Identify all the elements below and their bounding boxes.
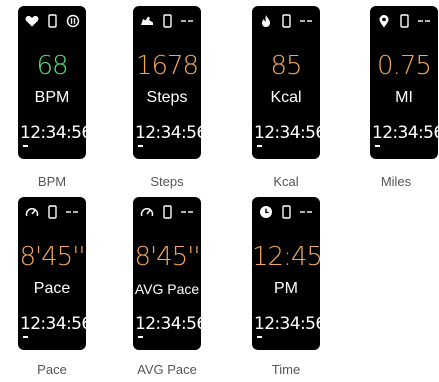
status-bar [252,205,320,219]
metric-value: 68 [36,51,68,81]
metric-value: 1678 [135,51,199,81]
metric-value: 8'45'' [134,242,200,272]
pause-icon [66,14,80,28]
phone-icon [163,14,172,28]
watch-screen-avg-pace[interactable]: 8'45'' AVG Pace 12:34:56 [133,197,201,350]
clock-indicator [23,336,28,338]
dashes-icon [181,14,193,28]
screen-caption: Time [271,362,301,377]
status-bar [18,14,86,28]
status-bar [252,14,320,28]
metric-unit: Pace [33,280,71,297]
metric-value: 85 [270,51,302,81]
metric-unit: PM [274,280,298,297]
watch-screen-bpm[interactable]: 68 BPM 12:34:56 [18,6,86,159]
clock-icon [259,205,273,219]
clock-indicator [138,145,143,147]
clock-readout: 12:34:56 [20,123,86,143]
phone-icon [48,14,57,28]
location-pin-icon [377,14,391,28]
metric-unit: Steps [146,89,188,106]
status-bar [370,14,438,28]
screen-caption: Miles [380,174,412,189]
phone-icon [48,205,57,219]
dashes-icon [181,205,193,219]
screen-caption: BPM [37,174,67,189]
status-bar [133,14,201,28]
phone-icon [163,205,172,219]
metric-unit: BPM [34,89,70,106]
heart-icon [25,14,39,28]
metric-value: 8'45'' [19,242,85,272]
dashes-icon [300,14,312,28]
clock-readout: 12:34:56 [135,314,201,334]
shoe-icon [140,14,154,28]
metric-unit: AVG Pace [134,281,200,297]
dashes-icon [300,205,312,219]
phone-icon [400,14,409,28]
screen-caption: Pace [37,362,67,377]
watch-screen-time[interactable]: 12:45 PM 12:34:56 [252,197,320,350]
speedometer-icon [25,205,39,219]
watch-screen-pace[interactable]: 8'45'' Pace 12:34:56 [18,197,86,350]
clock-indicator [257,336,262,338]
status-bar [133,205,201,219]
metric-unit: Kcal [270,89,302,106]
clock-indicator [138,336,143,338]
metric-unit: MI [395,89,413,106]
metric-value: 0.75 [377,51,432,81]
metric-value: 12:45 [252,242,320,272]
screen-caption: AVG Pace [137,362,197,377]
phone-icon [282,205,291,219]
status-bar [18,205,86,219]
clock-readout: 12:34:56 [372,123,438,143]
phone-icon [282,14,291,28]
screen-caption: Kcal [273,174,299,189]
clock-indicator [375,145,380,147]
clock-readout: 12:34:56 [254,314,320,334]
clock-readout: 12:34:56 [135,123,201,143]
clock-readout: 12:34:56 [254,123,320,143]
watch-screen-steps[interactable]: 1678 Steps 12:34:56 [133,6,201,159]
clock-indicator [257,145,262,147]
flame-icon [259,14,273,28]
dashes-icon [66,205,78,219]
speedometer-icon [140,205,154,219]
watch-screen-kcal[interactable]: 85 Kcal 12:34:56 [252,6,320,159]
clock-indicator [23,145,28,147]
dashes-icon [418,14,430,28]
clock-readout: 12:34:56 [20,314,86,334]
screen-caption: Steps [150,174,184,189]
watch-screen-miles[interactable]: 0.75 MI 12:34:56 [370,6,438,159]
